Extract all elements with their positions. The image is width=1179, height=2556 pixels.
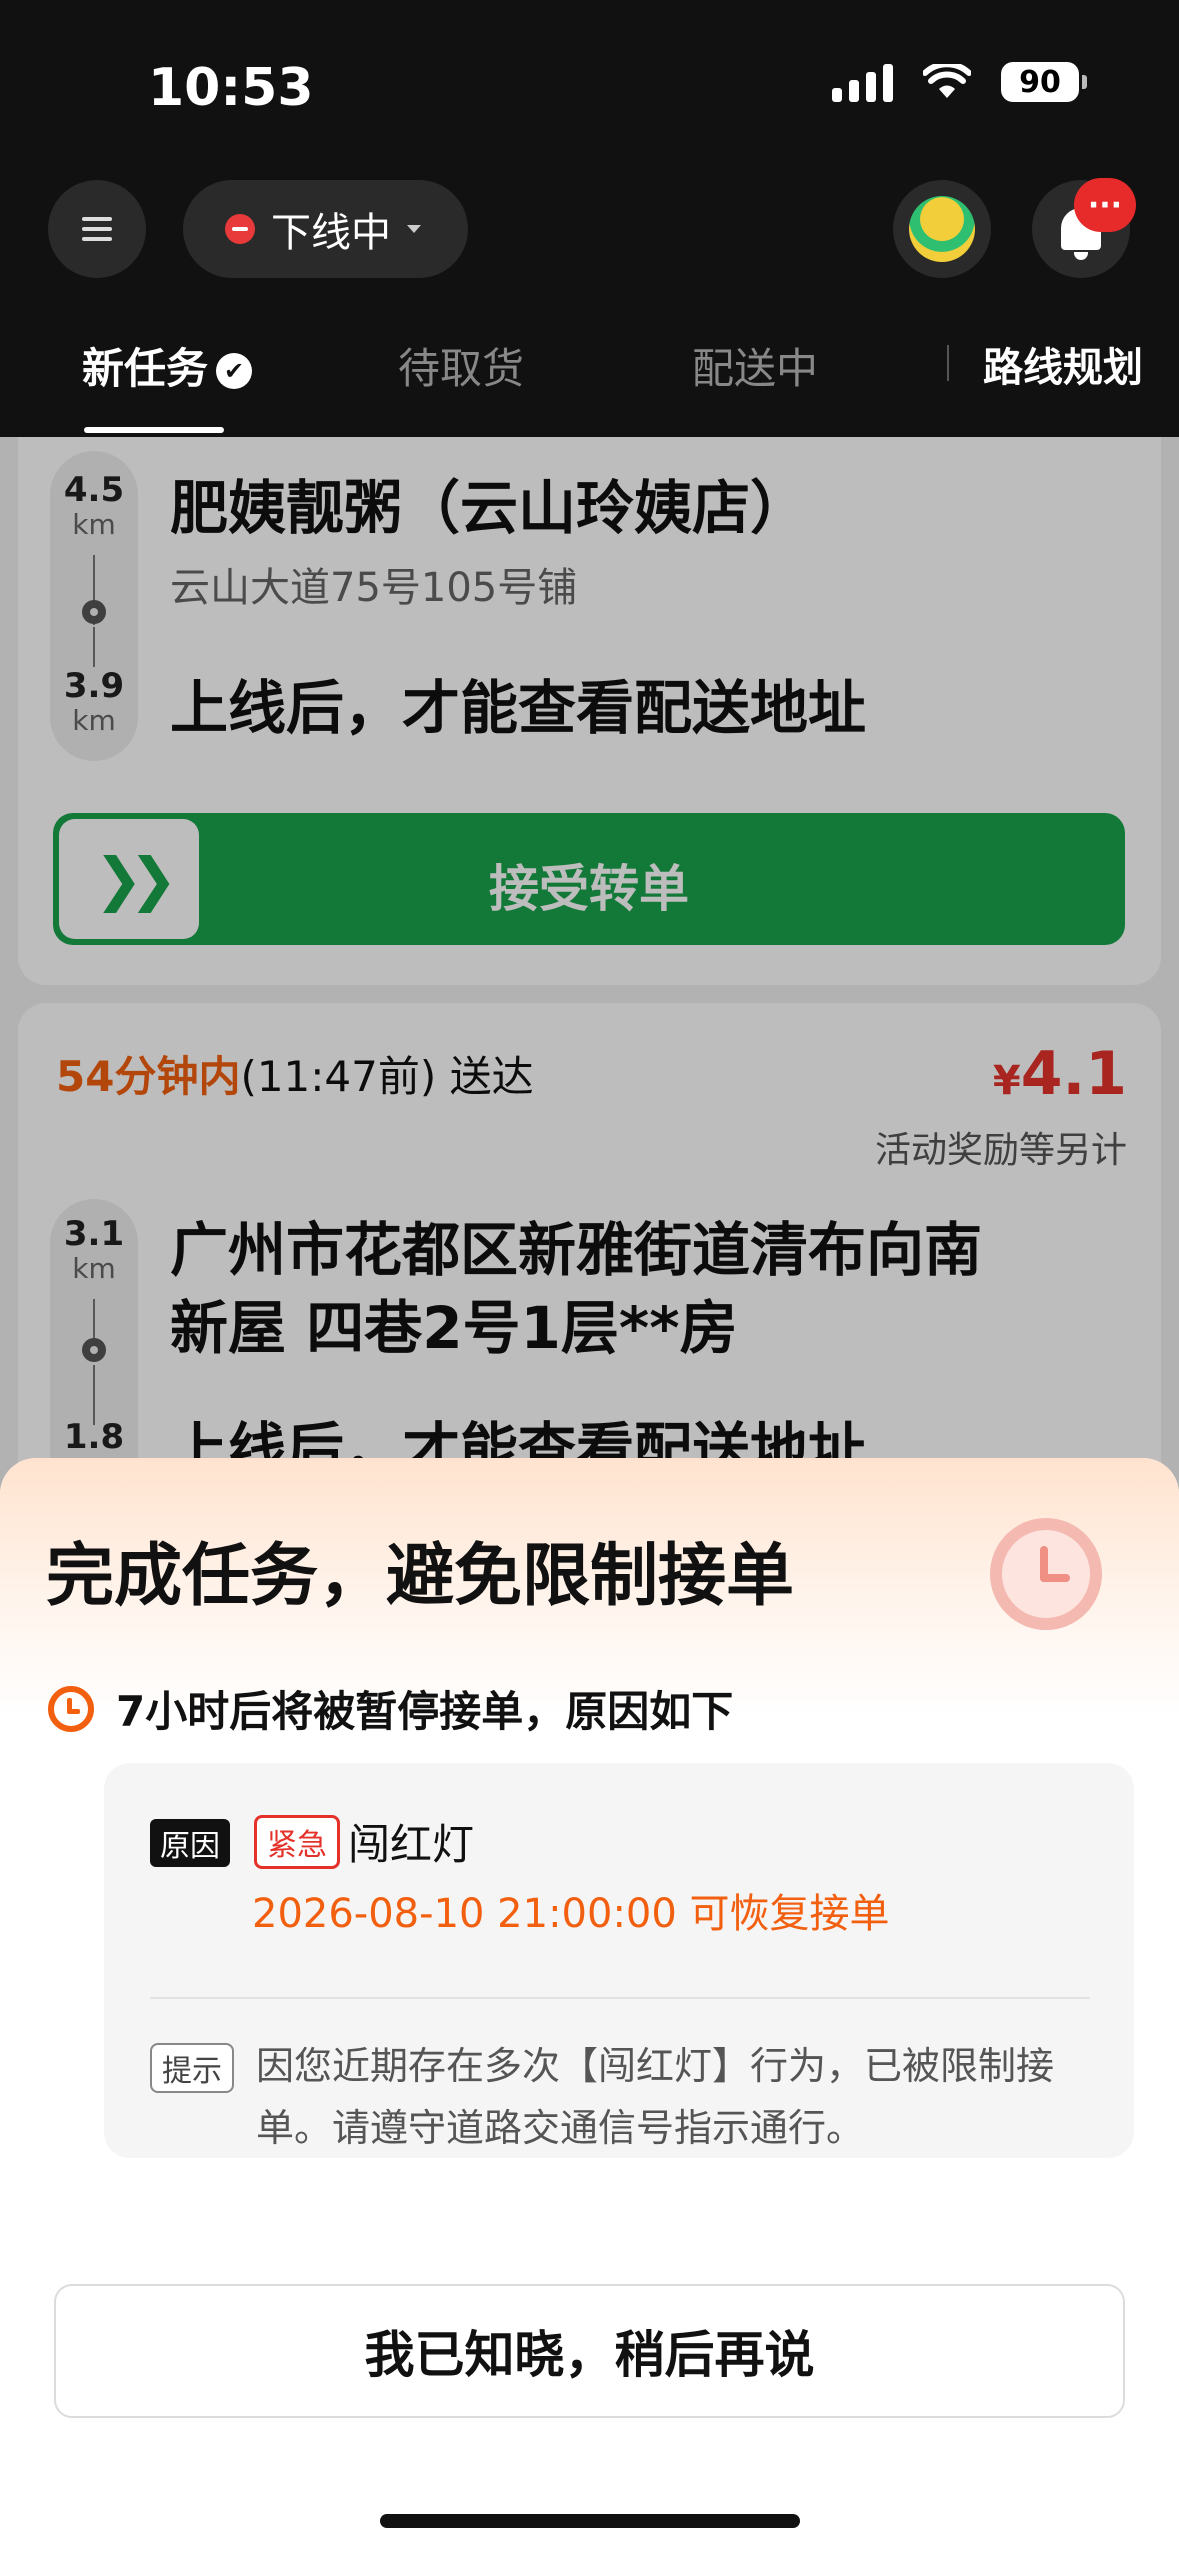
tab-awaiting-pickup[interactable]: 待取货 [398,335,524,396]
reason-box: 原因 紧急 闯红灯 2026-08-10 21:00:00 可恢复接单 提示 因… [104,1763,1134,2158]
warning-row: 7小时后将被暂停接单，原因如下 [48,1678,733,1739]
tab-delivering[interactable]: 配送中 [692,335,818,396]
online-status-label: 下线中 [271,210,391,256]
menu-button[interactable] [48,180,146,278]
clock-icon [48,1685,94,1732]
tab-label: 新任务 [82,344,209,393]
wifi-icon [923,64,971,98]
avatar-icon [909,196,975,262]
tip-tag: 提示 [150,2043,234,2093]
status-icons: 90 [832,62,1087,102]
recover-time: 2026-08-10 21:00:00 可恢复接单 [252,1891,890,1937]
signal-icon [832,62,893,102]
acknowledge-button[interactable]: 我已知晓，稍后再说 [54,2284,1125,2418]
battery-indicator: 90 [1001,62,1087,102]
sheet-title: 完成任务，避免限制接单 [46,1537,795,1616]
reason-tag: 原因 [150,1819,230,1867]
home-indicator[interactable] [380,2514,800,2528]
divider [150,1997,1090,1999]
route-plan-button[interactable]: 路线规划 [983,335,1143,393]
warning-text: 7小时后将被暂停接单，原因如下 [116,1687,734,1736]
avatar-button[interactable] [893,180,991,278]
online-status-toggle[interactable]: 下线中 [183,180,468,278]
divider [947,345,949,381]
urgent-badge: 紧急 [254,1815,340,1869]
notification-badge: ··· [1074,178,1136,232]
restriction-sheet: 完成任务，避免限制接单 7小时后将被暂停接单，原因如下 原因 紧急 闯红灯 20… [0,1458,1179,2556]
check-icon: ✔ [216,353,253,389]
active-tab-indicator [84,427,224,433]
tip-text: 因您近期存在多次【闯红灯】行为，已被限制接单。请遵守道路交通信号指示通行。 [256,2044,1055,2150]
caret-down-icon [407,225,421,233]
status-time: 10:53 [148,58,314,118]
menu-icon [82,211,112,247]
task-tabs: 新任务 ✔ 待取货 配送中 路线规划 [0,335,1179,437]
tab-label: 待取货 [398,344,525,393]
offline-icon [225,214,255,244]
reason-text: 闯红灯 [348,1820,475,1869]
tab-label: 配送中 [692,344,819,393]
tab-new-tasks[interactable]: 新任务 ✔ [82,335,253,396]
app-header: 10:53 90 下线中 ··· 新任务 ✔ 待取货 配送中 路线规划 [0,0,1179,437]
clock-illustration-icon [990,1518,1102,1630]
